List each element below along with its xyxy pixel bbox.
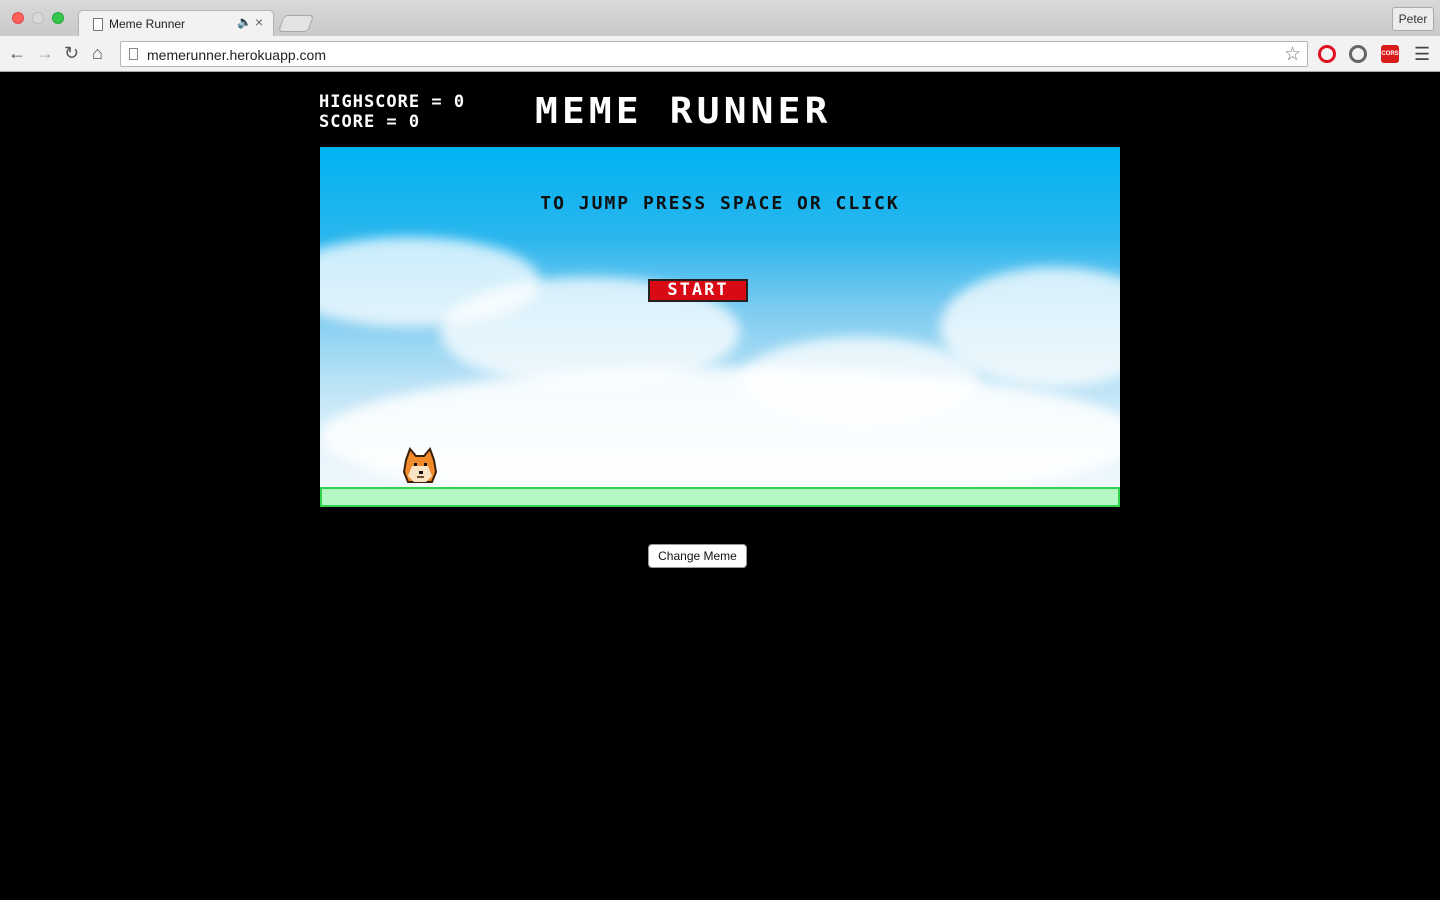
sync-extension-icon[interactable] [1349, 45, 1367, 63]
change-meme-button[interactable]: Change Meme [648, 544, 747, 568]
browser-tab[interactable]: Meme Runner 🔈 × [78, 10, 274, 37]
game-canvas[interactable]: TO JUMP PRESS SPACE OR CLICK START [320, 147, 1120, 507]
forward-arrow-icon[interactable]: → [36, 43, 54, 63]
home-icon[interactable]: ⌂ [92, 43, 103, 63]
minimize-window-button[interactable] [32, 12, 44, 24]
browser-titlebar: Meme Runner 🔈 × Peter [0, 0, 1440, 37]
ground-platform [320, 487, 1120, 507]
page-icon [93, 18, 103, 31]
url-text: memerunner.herokuapp.com [147, 47, 326, 63]
bookmark-star-icon[interactable]: ☆ [1284, 43, 1301, 66]
cors-extension-icon[interactable]: CORS [1381, 45, 1399, 63]
speaker-icon[interactable]: 🔈 [237, 15, 252, 29]
doge-character-icon [402, 447, 438, 483]
back-arrow-icon[interactable]: ← [8, 43, 26, 63]
close-tab-icon[interactable]: × [255, 14, 263, 30]
highscore-text: HIGHSCORE = 0 [319, 92, 466, 112]
close-window-button[interactable] [12, 12, 24, 24]
game-title: MEME RUNNER [535, 91, 832, 132]
instruction-text: TO JUMP PRESS SPACE OR CLICK [540, 193, 900, 214]
maximize-window-button[interactable] [52, 12, 64, 24]
new-tab-button[interactable] [277, 15, 315, 32]
browser-toolbar: ← → ↻ ⌂ memerunner.herokuapp.com ☆ CORS … [0, 36, 1440, 72]
score-panel: HIGHSCORE = 0 SCORE = 0 [319, 92, 465, 132]
cloud [320, 367, 1120, 507]
tab-title: Meme Runner [109, 17, 186, 31]
page-icon [129, 48, 138, 60]
reload-icon[interactable]: ↻ [64, 43, 79, 63]
menu-icon[interactable]: ☰ [1414, 44, 1430, 65]
score-text: SCORE = 0 [319, 112, 421, 132]
profile-button[interactable]: Peter [1392, 7, 1434, 31]
opera-extension-icon[interactable] [1318, 45, 1336, 63]
start-button[interactable]: START [648, 279, 748, 302]
address-bar[interactable]: memerunner.herokuapp.com ☆ [120, 41, 1308, 67]
